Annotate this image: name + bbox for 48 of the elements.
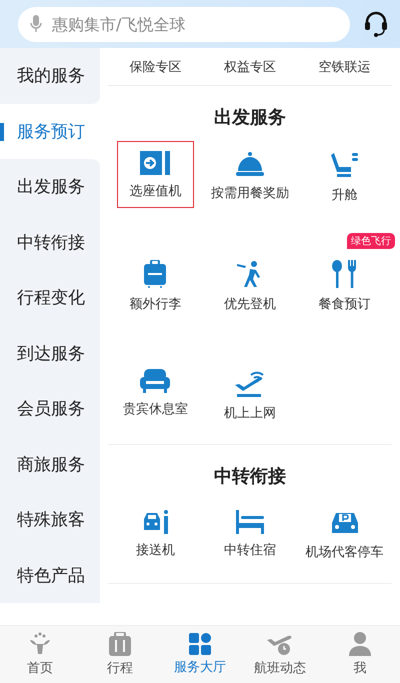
- headset-icon[interactable]: [364, 11, 388, 37]
- service-item[interactable]: 贵宾休息室: [116, 359, 194, 426]
- service-item[interactable]: 中转住宿: [211, 500, 288, 567]
- promo-badge: 绿色飞行: [347, 233, 396, 249]
- nav-tab[interactable]: 首页: [0, 626, 80, 683]
- sidebar-item[interactable]: 我的服务: [0, 48, 100, 104]
- search-bar[interactable]: 惠购集市/飞悦全球: [18, 6, 350, 42]
- sofa-icon: [140, 369, 170, 393]
- service-item[interactable]: 机上上网: [211, 359, 288, 430]
- service-item[interactable]: 升舱: [306, 141, 384, 212]
- person-icon: [349, 632, 371, 656]
- sidebar-item[interactable]: 中转衔接: [0, 214, 100, 270]
- nav-tab[interactable]: 航班动态: [240, 626, 320, 683]
- sidebar-item[interactable]: 到达服务: [0, 326, 100, 381]
- service-item[interactable]: 餐食预订: [306, 250, 384, 321]
- sidebar-item[interactable]: 行程变化: [0, 270, 100, 326]
- nav-tab[interactable]: 服务大厅: [160, 626, 240, 683]
- nav-tab[interactable]: 我: [320, 626, 400, 683]
- sidebar-item[interactable]: 会员服务: [0, 381, 100, 436]
- luggage-icon: [144, 260, 166, 288]
- cloche-icon: [236, 151, 264, 177]
- service-item[interactable]: 选座值机: [116, 141, 194, 208]
- sidebar-item[interactable]: 出发服务: [0, 159, 100, 214]
- car-person-icon: [141, 510, 170, 534]
- seat-icon: [330, 151, 359, 179]
- parking-car-icon: [330, 510, 359, 536]
- service-item[interactable]: 接送机: [116, 500, 194, 567]
- flower-logo-icon: [27, 632, 53, 656]
- bed-icon: [236, 510, 264, 534]
- sidebar-item[interactable]: 特色产品: [0, 548, 100, 603]
- category-link[interactable]: 保险专区: [129, 58, 182, 76]
- ticket-icon: [140, 151, 170, 175]
- section-title: 出发服务: [213, 106, 287, 130]
- grid-icon: [189, 633, 211, 655]
- sidebar-item[interactable]: 商旅服务: [0, 436, 100, 492]
- sidebar-item[interactable]: 特殊旅客: [0, 492, 100, 548]
- nav-tab[interactable]: 行程: [80, 626, 160, 683]
- section-title: 中转衔接: [213, 465, 287, 489]
- category-link[interactable]: 权益专区: [224, 58, 276, 76]
- spoon-fork-icon: [330, 260, 359, 288]
- plane-wifi-icon: [234, 369, 265, 397]
- service-item[interactable]: 机场代客停车: [300, 500, 389, 569]
- suitcase-icon: [109, 632, 131, 656]
- service-item[interactable]: 优先登机: [211, 250, 288, 321]
- category-link[interactable]: 空铁联运: [318, 58, 371, 76]
- service-item[interactable]: 额外行李: [116, 250, 194, 321]
- microphone-icon: [30, 15, 42, 33]
- service-item[interactable]: 按需用餐奖励: [206, 141, 294, 210]
